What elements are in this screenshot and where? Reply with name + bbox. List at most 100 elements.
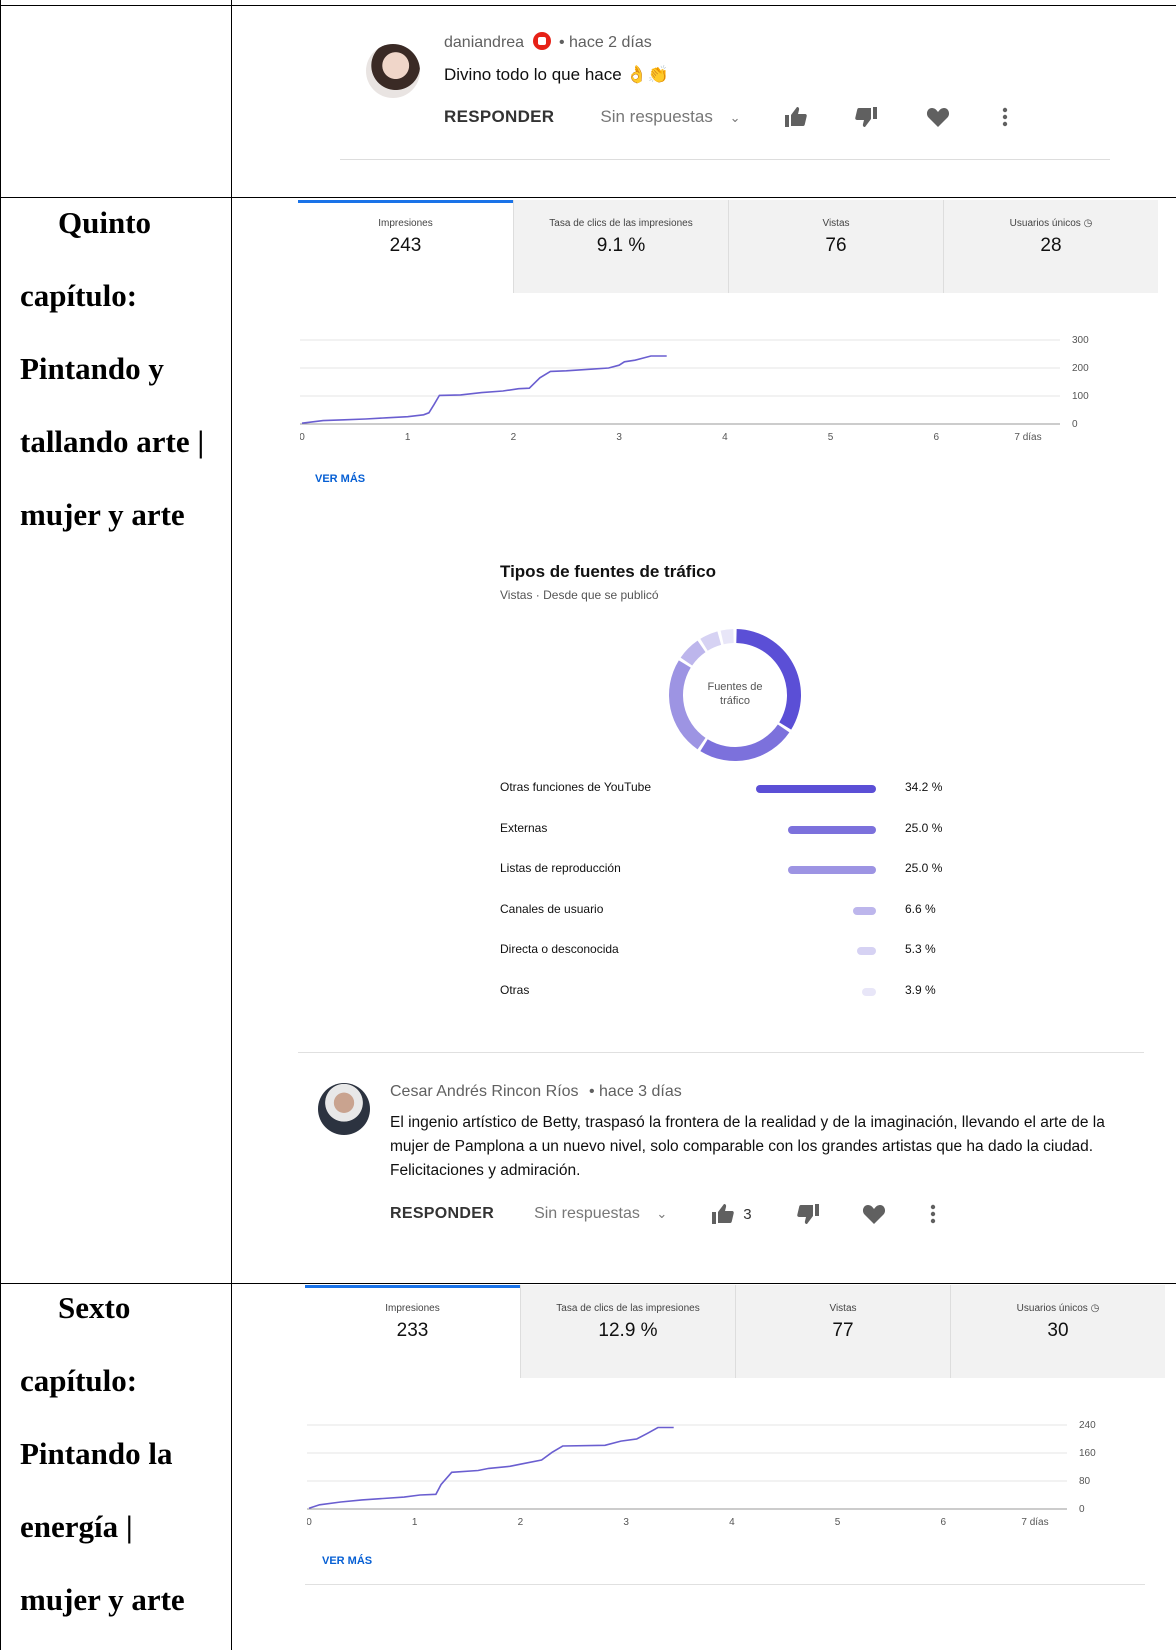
legend-percent: 5.3 %	[905, 942, 936, 956]
tab-label: Tasa de clics de las impresiones	[549, 218, 693, 229]
chapter-line: energía |	[20, 1509, 133, 1544]
see-more-link[interactable]: VER MÁS	[315, 473, 365, 485]
tab-label: Usuarios únicos ◷	[951, 1303, 1165, 1314]
legend-label: Directa o desconocida	[500, 942, 619, 956]
chapter-line: Sexto	[58, 1290, 131, 1325]
y-tick-label: 0	[1079, 1504, 1085, 1515]
chevron-down-icon: ⌄	[729, 110, 741, 125]
chapter-line: mujer y arte	[20, 497, 185, 532]
like-button[interactable]: 3	[711, 1203, 752, 1225]
series-line	[301, 355, 667, 424]
comment-author-line: daniandrea • hace 2 días	[444, 32, 652, 52]
legend-percent: 34.2 %	[905, 780, 943, 794]
tab-label-text: Usuarios únicos	[1016, 1303, 1088, 1314]
more-options-button[interactable]	[1002, 106, 1008, 128]
table-column-divider	[231, 0, 232, 1650]
more-options-button[interactable]	[930, 1203, 936, 1225]
legend-percent: 6.6 %	[905, 901, 936, 916]
avatar[interactable]	[318, 1083, 370, 1135]
x-tick-label: 3	[616, 432, 622, 443]
dislike-button[interactable]	[796, 1203, 820, 1225]
reply-button[interactable]: RESPONDER	[390, 1205, 494, 1223]
clock-icon: ◷	[1083, 218, 1093, 229]
legend-bar	[862, 987, 876, 996]
chapter-title-6: Sexto capítulo: Pintando la energía | mu…	[20, 1271, 230, 1636]
comment-text: El ingenio artístico de Betty, traspasó …	[390, 1114, 1105, 1179]
tab-views[interactable]: Vistas 76	[728, 200, 943, 293]
y-tick-label: 200	[1072, 363, 1089, 374]
creator-badge-icon	[532, 32, 551, 50]
comment-time[interactable]: • hace 3 días	[589, 1083, 682, 1100]
tab-value: 233	[396, 1320, 429, 1341]
impressions-line-chart-2: 0 80 160 240 0 1 2 3 4 5 6 7 días	[307, 1420, 1096, 1528]
like-button[interactable]	[784, 106, 808, 128]
more-vert-icon	[1003, 107, 1008, 127]
x-tick-label: 4	[729, 1517, 735, 1528]
clock-icon: ◷	[1090, 1303, 1100, 1314]
y-tick-label: 100	[1072, 391, 1089, 402]
replies-toggle[interactable]: Sin respuestas ⌄	[600, 107, 740, 127]
tab-value: 28	[1040, 235, 1062, 256]
replies-label: Sin respuestas	[534, 1205, 640, 1222]
chapter-line: mujer y arte	[20, 1582, 185, 1617]
chapter-line: capítulo:	[20, 278, 138, 313]
legend-row: Otras 3.9 %	[500, 983, 960, 1003]
donut-slice[interactable]	[720, 629, 734, 645]
tab-unique-users[interactable]: Usuarios únicos ◷ 28	[943, 200, 1158, 293]
tab-label: Tasa de clics de las impresiones	[556, 1303, 700, 1314]
tab-ctr[interactable]: Tasa de clics de las impresiones 12.9 %	[520, 1285, 735, 1378]
metrics-tabs: Impresiones 243 Tasa de clics de las imp…	[298, 200, 1158, 293]
heart-icon	[927, 108, 950, 127]
x-tick-label: 7 días	[1021, 1517, 1048, 1528]
reply-button[interactable]: RESPONDER	[444, 107, 554, 127]
x-tick-label: 2	[518, 1517, 524, 1528]
tab-impressions[interactable]: Impresiones 243	[298, 200, 513, 293]
legend-percent: 25.0 %	[905, 820, 943, 835]
legend-bar	[756, 785, 876, 793]
heart-icon	[862, 1205, 885, 1224]
chapter-line: tallando arte |	[20, 424, 205, 459]
tab-impressions[interactable]: Impresiones 233	[305, 1285, 520, 1378]
legend-bar	[852, 906, 876, 915]
tab-label: Vistas	[822, 218, 850, 229]
tab-unique-users[interactable]: Usuarios únicos ◷ 30	[950, 1285, 1165, 1378]
legend-percent: 25.0 %	[905, 861, 943, 875]
chevron-down-icon: ⌄	[656, 1206, 668, 1221]
comment-time[interactable]: • hace 2 días	[559, 34, 652, 51]
chapter-line: Pintando la	[20, 1436, 173, 1471]
donut-slice[interactable]	[680, 640, 706, 666]
y-tick-label: 0	[1072, 419, 1078, 430]
x-tick-label: 3	[623, 1517, 629, 1528]
tab-label: Impresiones	[385, 1303, 440, 1314]
y-tick-label: 80	[1079, 1476, 1091, 1487]
legend-row: Listas de reproducción 25.0 %	[500, 861, 960, 881]
impressions-line-chart-1: 0 100 200 300 0 1 2 3 4 5 6 7 días	[300, 335, 1089, 443]
series-line	[308, 1426, 674, 1510]
see-more-link[interactable]: VER MÁS	[322, 1555, 372, 1567]
legend-label: Canales de usuario	[500, 901, 604, 916]
heart-button[interactable]	[862, 1203, 886, 1225]
comment-author[interactable]: daniandrea	[444, 34, 524, 51]
comment-divider	[340, 159, 1110, 160]
comment-actions: RESPONDER Sin respuestas ⌄	[444, 106, 1008, 128]
donut-slice[interactable]	[700, 631, 722, 651]
like-count: 3	[743, 1205, 752, 1223]
tab-label: Impresiones	[378, 218, 433, 229]
tab-label-text: Usuarios únicos	[1009, 218, 1081, 229]
traffic-title: Tipos de fuentes de tráfico	[500, 562, 717, 581]
x-tick-label: 6	[941, 1517, 947, 1528]
tab-ctr[interactable]: Tasa de clics de las impresiones 9.1 %	[513, 200, 728, 293]
section-divider	[305, 1584, 1145, 1585]
replies-toggle[interactable]: Sin respuestas ⌄	[534, 1205, 667, 1223]
dislike-button[interactable]	[854, 106, 878, 128]
legend-row: Canales de usuario 6.6 %	[500, 902, 960, 922]
tab-views[interactable]: Vistas 77	[735, 1285, 950, 1378]
chapter-title-5: Quinto capítulo: Pintando y tallando art…	[20, 186, 230, 551]
tab-value: 76	[825, 235, 847, 256]
avatar[interactable]	[366, 44, 420, 98]
heart-button[interactable]	[926, 106, 950, 128]
donut-slice[interactable]	[700, 724, 790, 761]
legend-row: Externas 25.0 %	[500, 821, 960, 841]
donut-center-line: tráfico	[720, 695, 750, 707]
comment-author[interactable]: Cesar Andrés Rincon Ríos	[390, 1083, 579, 1100]
